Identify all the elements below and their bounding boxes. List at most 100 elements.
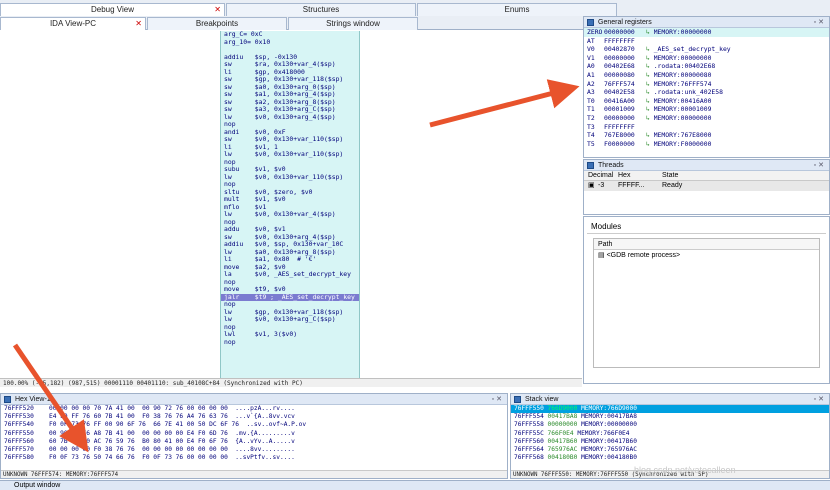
register-row[interactable]: T1 00001009 ↳ MEMORY:00001009 bbox=[584, 105, 829, 114]
hex-row[interactable]: 76FFF580 F0 0F 73 76 50 74 66 76 F0 0F 73… bbox=[1, 454, 507, 462]
tab-label: Breakpoints bbox=[195, 19, 239, 28]
col-state[interactable]: State bbox=[662, 171, 678, 181]
hex-ascii: ....8vv......... bbox=[235, 445, 295, 453]
hex-row[interactable]: 76FFF570 00 00 00 00 F0 38 76 76 00 00 00… bbox=[1, 446, 507, 454]
hex-ascii: ..svPtfv..sv.... bbox=[235, 454, 295, 462]
disasm-line[interactable]: arg_10= 0x10 bbox=[221, 38, 359, 47]
hex-ascii: .mv.{A.........v bbox=[235, 429, 295, 437]
register-value: 00402E58 bbox=[604, 88, 635, 97]
register-value: 767E8000 bbox=[604, 131, 635, 140]
thread-decimal: -3 bbox=[598, 182, 605, 189]
stack-row[interactable]: 76FFF554 00417BA8 MEMORY:00417BA8 bbox=[511, 413, 829, 421]
register-row[interactable]: A1 00000080 ↳ MEMORY:00000080 bbox=[584, 71, 829, 80]
thread-row[interactable]: ▣ -3 FFFFF... Ready bbox=[584, 181, 829, 191]
tab-strings-window[interactable]: Strings window bbox=[288, 17, 418, 30]
register-row[interactable]: A3 00402E58 ↳ .rodata:unk_402E58 bbox=[584, 88, 829, 97]
register-value: FFFFFFFF bbox=[604, 122, 635, 131]
stack-row[interactable]: 76FFF568 004180B0 MEMORY:004180B0 bbox=[511, 454, 829, 462]
register-row[interactable]: A2 76FFF574 ↳ MEMORY:76FFF574 bbox=[584, 80, 829, 89]
tab-structures[interactable]: Structures bbox=[226, 3, 416, 16]
pointer-arrow-icon: ↳ bbox=[646, 28, 654, 36]
panel-controls-icon[interactable]: ▫✕ bbox=[492, 394, 504, 405]
hex-bytes: F0 0F 73 76 50 74 66 76 F0 0F 73 76 00 0… bbox=[49, 454, 236, 462]
close-icon[interactable]: ✕ bbox=[214, 4, 221, 16]
register-row[interactable]: T5 F0000000 ↳ MEMORY:F0000000 bbox=[584, 140, 829, 149]
module-row[interactable]: ▤ <GDB remote process> bbox=[594, 250, 819, 261]
register-name: V1 bbox=[587, 53, 595, 62]
disasm-line[interactable]: lw $v0, 0x130+var_110($sp) bbox=[221, 173, 359, 182]
registers-icon bbox=[587, 19, 594, 26]
hex-row[interactable]: 76FFF520 00 00 00 00 70 7A 41 00 00 90 72… bbox=[1, 405, 507, 413]
hex-view-status: UNKNOWN 76FFF574: MEMORY:76FFF574 bbox=[1, 470, 507, 478]
stack-row[interactable]: 76FFF558 00000000 MEMORY:00000000 bbox=[511, 421, 829, 429]
panel-controls-icon[interactable]: ▫✕ bbox=[814, 17, 826, 28]
hex-row[interactable]: 76FFF540 F0 0F 73 76 FF 00 90 6F 76 66 7E… bbox=[1, 421, 507, 429]
stack-value: 766F0E4 bbox=[547, 429, 578, 437]
stack-comment: MEMORY:00417BA8 bbox=[581, 413, 637, 421]
stack-view-icon bbox=[514, 396, 521, 403]
register-row[interactable]: T0 00416A00 ↳ MEMORY:00416A00 bbox=[584, 97, 829, 106]
col-decimal[interactable]: Decimal bbox=[588, 171, 613, 181]
register-value: F0000000 bbox=[604, 139, 635, 148]
register-value: 00402870 bbox=[604, 45, 635, 54]
hex-address: 76FFF580 bbox=[4, 454, 34, 462]
register-row[interactable]: ZERO 00000000 ↳ MEMORY:00000000 bbox=[584, 28, 829, 37]
stack-address: 76FFF554 bbox=[514, 413, 548, 421]
stack-row[interactable]: 76FFF560 00417B60 MEMORY:00417B60 bbox=[511, 438, 829, 446]
modules-path-header[interactable]: Path bbox=[594, 239, 819, 250]
disasm-line[interactable]: lw $v0, 0x130+var_4($sp) bbox=[221, 210, 359, 219]
modules-title: Modules bbox=[587, 220, 826, 234]
stack-list[interactable]: 76FFF550 766D9000 MEMORY:766D9000 76FFF55… bbox=[511, 405, 829, 462]
register-row[interactable]: V1 00000000 ↳ MEMORY:00000000 bbox=[584, 54, 829, 63]
disasm-line[interactable]: lw $v0, 0x130+arg_C($sp) bbox=[221, 315, 359, 324]
hex-dump[interactable]: 76FFF520 00 00 00 00 70 7A 41 00 00 90 72… bbox=[1, 405, 507, 462]
hex-view-title: Hex View-1 bbox=[15, 396, 51, 403]
disasm-line[interactable]: nop bbox=[221, 338, 359, 347]
register-row[interactable]: T2 00000000 ↳ MEMORY:00000000 bbox=[584, 114, 829, 123]
register-row[interactable]: T3 FFFFFFFF bbox=[584, 123, 829, 132]
graph-left-space bbox=[0, 31, 220, 384]
pointer-arrow-icon: ↳ bbox=[646, 70, 654, 79]
hex-address: 76FFF520 bbox=[4, 405, 34, 412]
register-name: T5 bbox=[587, 139, 595, 148]
register-comment: MEMORY:00000000 bbox=[653, 28, 712, 36]
register-row[interactable]: V0 00402870 ↳ _AES_set_decrypt_key bbox=[584, 45, 829, 54]
watermark: blog.csdn.net/yatecalleen bbox=[634, 465, 736, 475]
hex-ascii: ...v`{A..8vv.vcv bbox=[235, 413, 295, 421]
tab-label: Structures bbox=[302, 5, 340, 14]
stack-address: 76FFF560 bbox=[514, 437, 548, 445]
disassembly-block[interactable]: arg_C= 0xC arg_10= 0x10 addiu $sp, -0x130 s… bbox=[220, 31, 360, 384]
register-row[interactable]: AT FFFFFFFF bbox=[584, 37, 829, 46]
stack-row[interactable]: 76FFF55C 766F0E4 MEMORY:766F0E4 bbox=[511, 430, 829, 438]
panel-controls-icon[interactable]: ▫✕ bbox=[814, 394, 826, 405]
register-row[interactable]: T4 767E8000 ↳ MEMORY:767E8000 bbox=[584, 131, 829, 140]
col-hex[interactable]: Hex bbox=[618, 171, 630, 181]
stack-value: 00417BA8 bbox=[547, 413, 582, 421]
graph-right-space bbox=[360, 31, 582, 384]
output-window-bar[interactable]: Output window bbox=[0, 480, 830, 490]
register-row[interactable]: A0 00402E68 ↳ .rodata:00402E68 bbox=[584, 62, 829, 71]
disasm-line[interactable]: la $v0, _AES_set_decrypt_key bbox=[221, 270, 359, 279]
panel-controls-icon[interactable]: ▫✕ bbox=[814, 160, 826, 171]
hex-row[interactable]: 76FFF530 E4 F0 FF 76 60 7B 41 00 F0 38 76… bbox=[1, 413, 507, 421]
tab-enums[interactable]: Enums bbox=[417, 3, 617, 16]
hex-bytes: 00 00 00 00 70 7A 41 00 00 90 72 76 00 0… bbox=[49, 405, 236, 412]
disasm-line[interactable]: lw $v0, 0x130+var_110($sp) bbox=[221, 150, 359, 159]
hex-bytes: E4 F0 FF 76 60 7B 41 00 F0 38 76 76 A4 7… bbox=[49, 413, 236, 421]
register-comment: MEMORY:76FFF574 bbox=[653, 79, 712, 88]
disasm-line[interactable]: lwl $v1, 3($v0) bbox=[221, 330, 359, 339]
register-comment: MEMORY:767E8000 bbox=[653, 131, 712, 140]
disasm-line[interactable]: lw $v0, 0x130+arg_4($sp) bbox=[221, 113, 359, 122]
stack-comment: MEMORY:766D9000 bbox=[581, 405, 637, 412]
stack-row[interactable]: 76FFF564 765976AC MEMORY:765976AC bbox=[511, 446, 829, 454]
close-icon[interactable]: ✕ bbox=[135, 18, 142, 30]
hex-row[interactable]: 76FFF550 00 90 6D 76 A8 7B 41 00 00 00 00… bbox=[1, 430, 507, 438]
stack-row[interactable]: 76FFF550 766D9000 MEMORY:766D9000 bbox=[511, 405, 829, 414]
ida-view-status: 100.00% (-35,182) (987,515) 00001110 004… bbox=[0, 378, 582, 387]
tab-breakpoints[interactable]: Breakpoints bbox=[147, 17, 287, 30]
hex-row[interactable]: 76FFF560 60 7B 41 00 AC 76 59 76 B0 80 41… bbox=[1, 438, 507, 446]
disasm-line-current[interactable]: jalr $t9 ; _AES_set_decrypt_key bbox=[221, 293, 359, 301]
register-list[interactable]: ZERO 00000000 ↳ MEMORY:00000000 AT FFFFFFFF V… bbox=[584, 28, 829, 148]
tab-debug-view[interactable]: Debug View ✕ bbox=[0, 3, 225, 16]
tab-ida-view-pc[interactable]: IDA View-PC ✕ bbox=[0, 17, 146, 30]
